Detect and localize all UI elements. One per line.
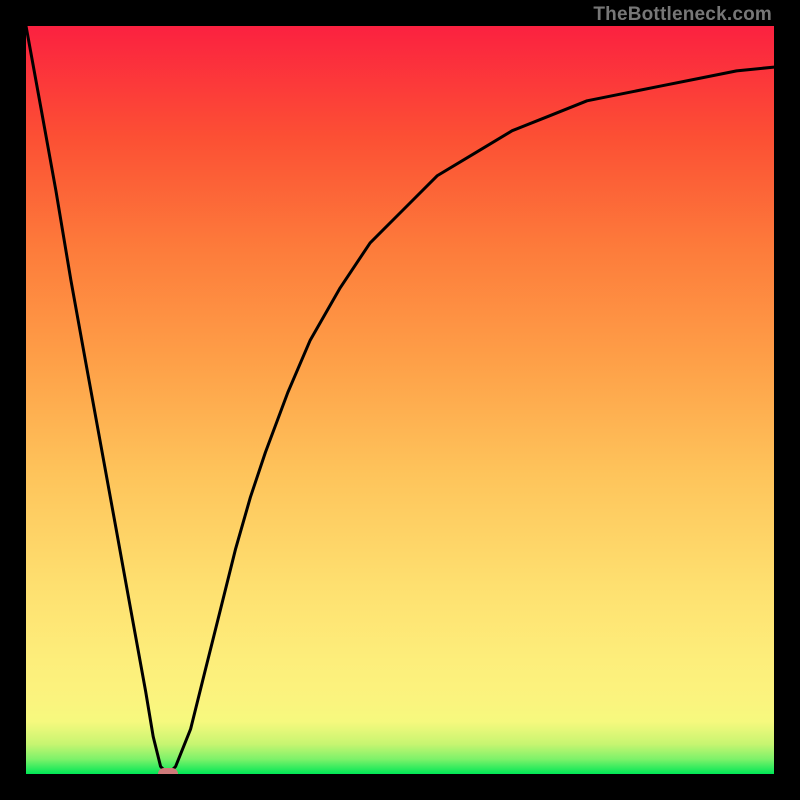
curve-svg: [26, 26, 774, 774]
watermark-text: TheBottleneck.com: [593, 4, 772, 26]
bottleneck-marker: [158, 768, 178, 774]
chart-frame: TheBottleneck.com: [0, 0, 800, 800]
bottleneck-curve: [26, 26, 774, 774]
plot-area: [26, 26, 774, 774]
